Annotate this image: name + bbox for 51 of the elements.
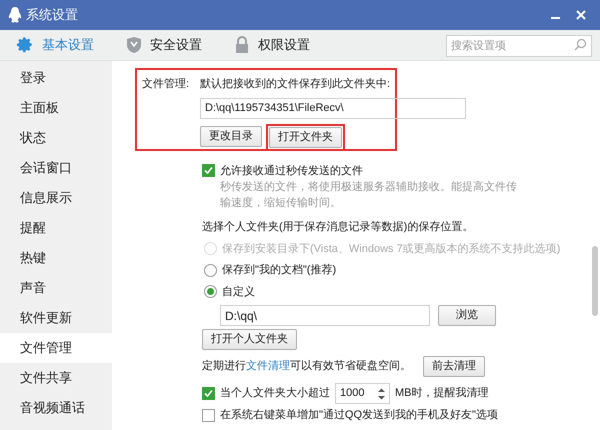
sidebar-item[interactable]: 主面板 — [0, 93, 112, 123]
sidebar-item[interactable]: 登录 — [0, 63, 112, 93]
option-label: 保存到安装目录下(Vista、Windows 7或更高版本的系统不支持此选项) — [222, 242, 560, 256]
number-spinner[interactable]: 1000 — [335, 383, 390, 404]
path-field[interactable]: D:\qq\1195734351\FileRecv\ — [200, 98, 466, 118]
checkbox[interactable] — [202, 164, 215, 178]
shield-icon — [126, 36, 142, 54]
sidebar-item[interactable]: 提醒 — [0, 213, 112, 243]
section-label: 文件管理: — [142, 76, 190, 92]
action-button[interactable]: 更改目录 — [200, 126, 262, 146]
option-label: 在系统右键菜单增加"通过QQ发送到我的手机及好友"选项 — [220, 408, 498, 423]
description: 默认把接收到的文件保存到此文件夹中: — [200, 76, 392, 92]
option-label: 当个人文件夹大小超过 — [220, 386, 330, 402]
checkbox[interactable] — [202, 408, 215, 422]
sidebar-item[interactable]: 声音 — [0, 273, 112, 303]
search-field[interactable]: 搜索设置项 — [446, 35, 592, 57]
option-note: 秒传发送的文件，将使用极速服务器辅助接收。能提高文件传输速度，缩短传输时间。 — [220, 180, 518, 211]
radio-button[interactable] — [204, 285, 217, 298]
cleanup-link[interactable]: 文件清理 — [246, 360, 290, 372]
option-label: 自定义 — [222, 284, 255, 300]
sidebar-item[interactable]: 热键 — [0, 243, 112, 273]
gear-icon — [16, 36, 34, 54]
sidebar-item[interactable]: 文件管理 — [0, 333, 112, 363]
sidebar-item[interactable]: 音视频通话 — [0, 393, 112, 423]
cleanup-button[interactable]: 前去清理 — [423, 356, 485, 377]
close-icon — [576, 10, 586, 20]
cleanup-text: 定期进行文件清理可以有效节省硬盘空间。 — [202, 358, 411, 374]
spinner-arrows-icon — [378, 388, 385, 400]
sidebar-item[interactable]: 软件更新 — [0, 303, 112, 333]
option-label: MB时，提醒我清理 — [395, 386, 488, 402]
tab[interactable]: 权限设置 — [234, 35, 310, 55]
scrollbar-thumb[interactable] — [592, 246, 598, 316]
radio-button[interactable] — [204, 264, 217, 277]
sidebar-item[interactable]: 文件共享 — [0, 363, 112, 393]
window-title: 系统设置 — [26, 6, 78, 24]
penguin-icon — [8, 7, 22, 23]
search-icon — [574, 38, 587, 51]
option-label: 允许接收通过秒传发送的文件 — [220, 164, 363, 178]
open-folder-button[interactable]: 打开个人文件夹 — [202, 329, 297, 350]
lock-icon — [234, 36, 250, 54]
browse-button[interactable]: 浏览 — [438, 305, 496, 326]
option-label: 保存到"我的文档"(推荐) — [222, 262, 336, 278]
section-heading: 选择个人文件夹(用于保存消息记录等数据)的保存位置。 — [202, 220, 474, 235]
path-field[interactable]: D:\qq\ — [220, 305, 430, 326]
sidebar-item[interactable]: 状态 — [0, 123, 112, 153]
sidebar-item[interactable]: 信息展示 — [0, 183, 112, 213]
tab[interactable]: 基本设置 — [16, 35, 94, 55]
checkbox[interactable] — [202, 387, 215, 400]
tab[interactable]: 安全设置 — [126, 35, 202, 55]
action-button[interactable]: 打开文件夹 — [269, 126, 342, 148]
sidebar-item[interactable]: 会话窗口 — [0, 153, 112, 183]
